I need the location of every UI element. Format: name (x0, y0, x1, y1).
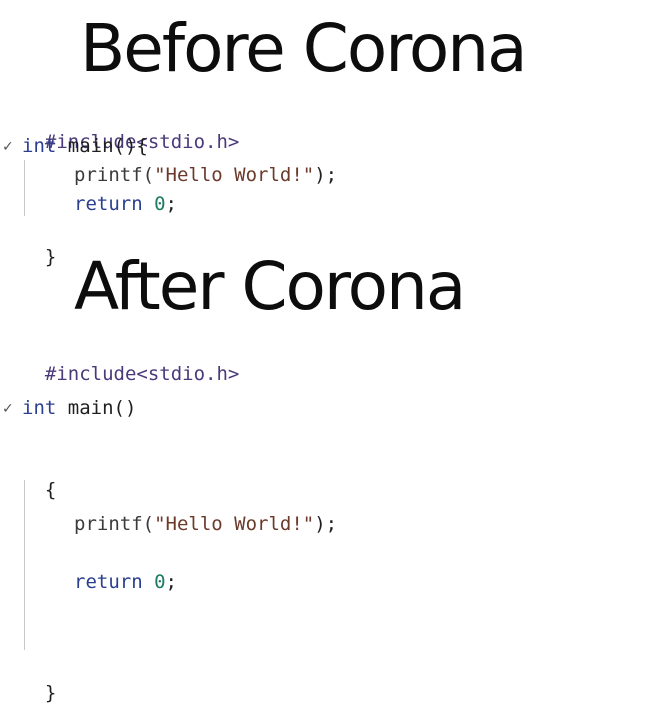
after-return-line: return 0; (74, 570, 177, 594)
before-close-brace-line: } (22, 221, 56, 269)
after-return-end: ; (165, 571, 177, 593)
before-corona-title: Before Corona (80, 10, 528, 87)
after-int-keyword: int (22, 397, 57, 419)
chevron-down-icon[interactable]: ✓ (2, 402, 14, 416)
before-int-keyword: int (22, 135, 57, 157)
before-return-value: 0 (154, 193, 166, 215)
after-main-signature: main() (56, 397, 137, 419)
before-printf-string: "Hello World!" (154, 164, 315, 186)
chevron-down-icon[interactable]: ✓ (2, 140, 14, 154)
after-printf-line: printf("Hello World!"); (74, 512, 337, 536)
after-printf-string: "Hello World!" (154, 513, 315, 535)
before-return-end: ; (165, 193, 177, 215)
after-printf-call: printf( (74, 513, 155, 535)
before-main-signature: main(){ (56, 135, 148, 157)
after-printf-end: ); (314, 513, 338, 535)
before-printf-line: printf("Hello World!"); (74, 163, 337, 187)
after-return-value: 0 (154, 571, 166, 593)
before-return-line: return 0; (74, 192, 177, 216)
before-printf-call: printf( (74, 164, 155, 186)
before-indent-guide (24, 160, 25, 216)
before-main-line: int main(){ (22, 134, 148, 158)
after-close-brace-line: } (22, 657, 56, 705)
after-main-line: int main() (22, 396, 136, 420)
after-corona-title: After Corona (74, 248, 466, 325)
before-printf-end: ); (314, 164, 338, 186)
after-open-brace-line: { (22, 454, 56, 502)
before-return-keyword: return (74, 193, 143, 215)
before-close-brace: } (44, 246, 57, 268)
after-return-keyword: return (74, 571, 143, 593)
after-open-brace: { (44, 479, 57, 501)
after-include-directive: #include<stdio.h> (44, 363, 240, 385)
after-include-line: #include<stdio.h> (22, 338, 239, 386)
after-indent-guide (24, 480, 25, 650)
